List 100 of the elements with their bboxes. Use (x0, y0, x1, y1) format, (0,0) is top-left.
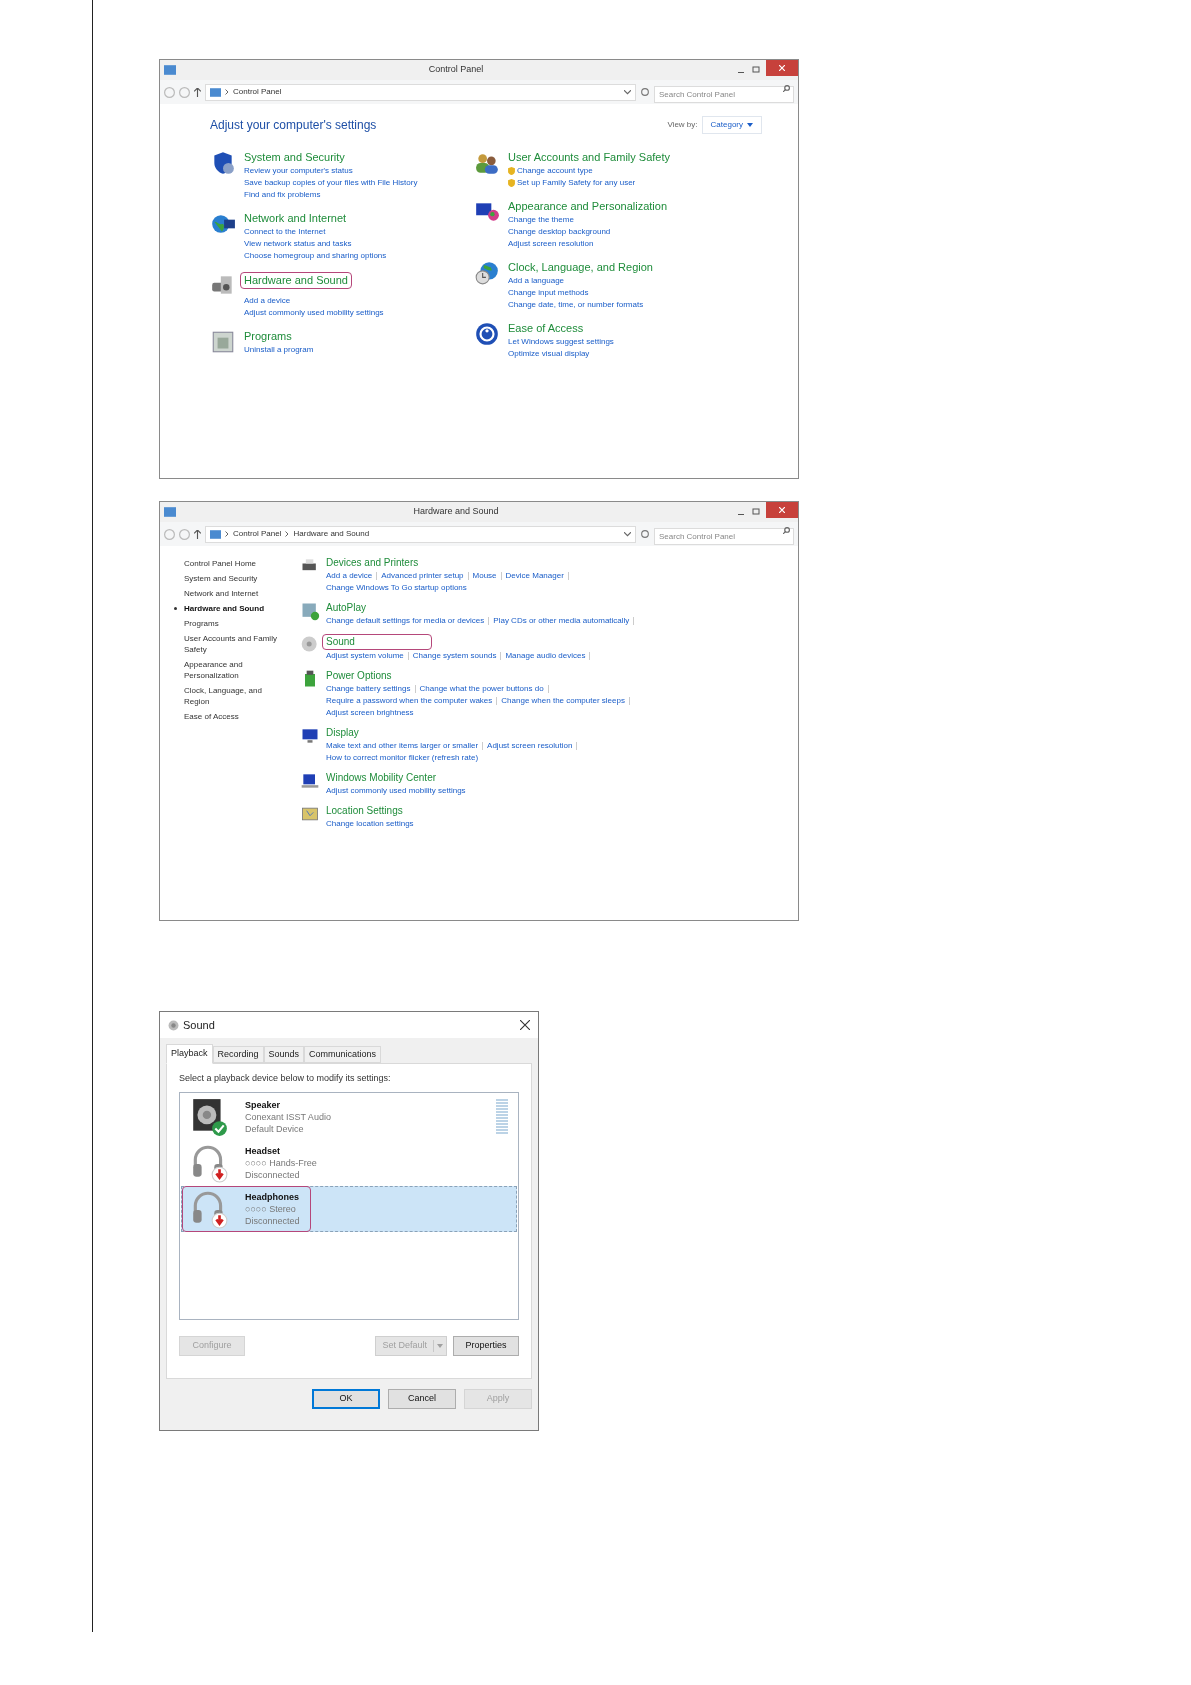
task-link[interactable]: Change account type (517, 165, 593, 177)
section-link[interactable]: Location Settings (326, 804, 403, 818)
maximize-icon[interactable] (750, 508, 762, 516)
close-button[interactable] (766, 502, 798, 518)
caret-icon (747, 123, 753, 127)
up-arrow-icon[interactable] (194, 87, 201, 97)
dialog-button[interactable]: Properties (453, 1335, 519, 1356)
maximize-icon[interactable] (750, 66, 762, 74)
task-link[interactable]: How to correct monitor flicker (refresh rate) (326, 752, 479, 764)
category-link[interactable]: System and Security (244, 150, 345, 165)
device-status: Disconnected (245, 1168, 301, 1181)
sidebar-item[interactable]: User Accounts and Family Safety (184, 633, 288, 655)
task-link[interactable]: Uninstall a program (244, 344, 314, 356)
task-link[interactable]: Adjust screen brightness (326, 707, 414, 719)
section-link[interactable]: AutoPlay (326, 601, 367, 615)
task-link[interactable]: Adjust screen resolution (487, 740, 573, 752)
section-link[interactable]: Power Options (326, 669, 392, 683)
device-row[interactable]: Headset ○○○○ Hands-Free Disconnected (181, 1139, 517, 1186)
dialog-button[interactable]: Cancel (388, 1389, 456, 1409)
category-link[interactable]: Hardware and Sound (240, 272, 352, 289)
device-detail: Conexant ISST Audio (245, 1110, 331, 1123)
breadcrumb-item[interactable]: Hardware and Sound (293, 528, 370, 540)
task-link[interactable]: Change system sounds (412, 650, 497, 662)
task-link[interactable]: Change when the computer sleeps (501, 695, 625, 707)
task-link[interactable]: Adjust commonly used mobility settings (244, 307, 384, 319)
search-icon (783, 527, 790, 534)
task-link[interactable]: Add a device (244, 295, 291, 307)
device-row-selected[interactable]: Headphones ○○○○ Stereo Disconnected (181, 1185, 517, 1232)
task-link[interactable]: Review your computer's status (244, 165, 353, 177)
task-link[interactable]: Adjust screen resolution (508, 238, 594, 250)
sidebar-item[interactable]: Control Panel Home (184, 558, 288, 569)
task-link[interactable]: Mouse (472, 570, 497, 582)
task-link[interactable]: Find and fix problems (244, 189, 321, 201)
task-link[interactable]: Let Windows suggest settings (508, 336, 614, 348)
task-link[interactable]: Change battery settings (326, 683, 411, 695)
up-arrow-icon[interactable] (194, 529, 201, 539)
section-link[interactable]: Display (326, 726, 359, 740)
task-link[interactable]: Change date, time, or number formats (508, 299, 644, 311)
category-link[interactable]: Appearance and Personalization (508, 199, 667, 214)
speaker-icon (300, 634, 320, 654)
category-link[interactable]: Programs (244, 329, 292, 344)
sidebar-item[interactable]: Ease of Access (184, 711, 288, 722)
task-link[interactable]: Add a language (508, 275, 565, 287)
window-title: Hardware and Sound (413, 505, 499, 519)
view-by-dropdown[interactable]: Category (701, 116, 762, 134)
search-field[interactable]: Search Control Panel (654, 86, 794, 103)
task-link[interactable]: Choose homegroup and sharing options (244, 250, 387, 262)
dialog-button[interactable]: OK (312, 1389, 380, 1409)
task-link[interactable]: Set up Family Safety for any user (517, 177, 636, 189)
close-icon (779, 65, 785, 71)
search-field[interactable]: Search Control Panel (654, 528, 794, 545)
address-bar[interactable]: Control Panel Hardware and Sound (205, 525, 636, 543)
task-link[interactable]: Require a password when the computer wakes (326, 695, 493, 707)
dropdown-caret-icon[interactable] (624, 531, 631, 537)
breadcrumb-item[interactable]: Control Panel (233, 86, 282, 98)
task-link[interactable]: Adjust system volume (326, 650, 404, 662)
sidebar-item[interactable]: System and Security (184, 573, 288, 584)
task-link[interactable]: Change what the power buttons do (419, 683, 544, 695)
breadcrumb-item[interactable]: Control Panel (233, 528, 282, 540)
refresh-icon[interactable] (640, 87, 650, 97)
refresh-icon[interactable] (640, 529, 650, 539)
section-link[interactable]: Devices and Printers (326, 556, 419, 570)
category-link[interactable]: Network and Internet (244, 211, 347, 226)
task-link[interactable]: Change Windows To Go startup options (326, 582, 467, 594)
task-link[interactable]: Make text and other items larger or smaller (326, 740, 479, 752)
close-icon[interactable] (520, 1020, 530, 1030)
address-bar[interactable]: Control Panel (205, 83, 636, 101)
task-link[interactable]: Change desktop background (508, 226, 611, 238)
task-link[interactable]: Change the theme (508, 214, 574, 226)
sidebar-item[interactable]: Hardware and Sound (184, 603, 288, 614)
device-row[interactable]: Speaker Conexant ISST Audio Default Device (181, 1093, 517, 1140)
task-link[interactable]: Play CDs or other media automatically (493, 615, 630, 627)
task-link[interactable]: Change location settings (326, 818, 414, 830)
sidebar-item[interactable]: Appearance and Personalization (184, 659, 288, 681)
close-button[interactable] (766, 60, 798, 76)
category-link[interactable]: Clock, Language, and Region (508, 260, 653, 275)
task-link[interactable]: Connect to the Internet (244, 226, 326, 238)
task-link[interactable]: Advanced printer setup (381, 570, 464, 582)
tab[interactable]: Communications (304, 1046, 382, 1063)
dropdown-caret-icon[interactable] (624, 89, 631, 95)
level-meter (496, 1098, 508, 1135)
tab[interactable]: Recording (212, 1046, 264, 1063)
sidebar-item[interactable]: Programs (184, 618, 288, 629)
sidebar-item[interactable]: Clock, Language, and Region (184, 685, 288, 707)
task-link[interactable]: Save backup copies of your files with File History (244, 177, 418, 189)
task-link[interactable]: Device Manager (505, 570, 564, 582)
task-link[interactable]: Adjust commonly used mobility settings (326, 785, 466, 797)
sidebar-item[interactable]: Network and Internet (184, 588, 288, 599)
tab[interactable]: Sounds (263, 1046, 305, 1063)
category-link[interactable]: User Accounts and Family Safety (508, 150, 670, 165)
category-link[interactable]: Ease of Access (508, 321, 584, 336)
section-link[interactable]: Sound (322, 634, 432, 650)
task-link[interactable]: Change default settings for media or devices (326, 615, 485, 627)
task-link[interactable]: Optimize visual display (508, 348, 590, 360)
task-link[interactable]: Manage audio devices (505, 650, 586, 662)
task-link[interactable]: Change input methods (508, 287, 589, 299)
section-link[interactable]: Windows Mobility Center (326, 771, 437, 785)
tab[interactable]: Playback (166, 1044, 213, 1064)
task-link[interactable]: Add a device (326, 570, 373, 582)
task-link[interactable]: View network status and tasks (244, 238, 352, 250)
